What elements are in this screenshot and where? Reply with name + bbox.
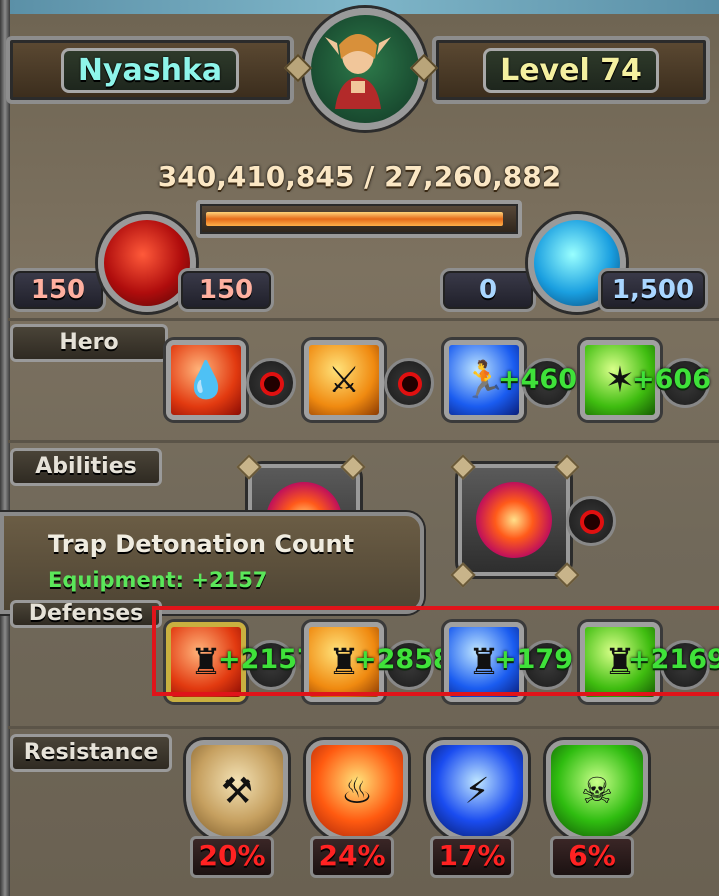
hero-stat-health[interactable]: 💧 <box>166 340 246 420</box>
resistance-fire[interactable]: ♨ <box>306 740 408 842</box>
resistance-poison-value: 6% <box>550 836 634 878</box>
section-label-abilities: Abilities <box>10 448 162 486</box>
poison-shield-icon: ☠ <box>580 770 614 812</box>
ability-2-icon <box>476 482 552 558</box>
experience-bar-fill <box>206 212 503 226</box>
resistance-physical[interactable]: ⚒ <box>186 740 288 842</box>
hero-stat-damage-badge <box>384 358 434 408</box>
stat-tooltip: Trap Detonation Count Equipment: +2157 <box>0 512 424 614</box>
tooltip-detail: Equipment: +2157 <box>48 568 268 592</box>
level-plate: Level 74 <box>432 36 710 104</box>
resistance-physical-value: 20% <box>190 836 274 878</box>
hero-stats-panel: Nyashka Level 74 340,410,845 / 27,260,88… <box>0 0 719 896</box>
section-label-defenses: Defenses <box>10 600 162 628</box>
hero-stat-cast-rate-bonus: +606 <box>632 364 711 395</box>
section-divider <box>8 726 719 729</box>
hp-current: 150 <box>10 268 106 312</box>
hero-stat-damage[interactable]: ⚔ <box>304 340 384 420</box>
ability-slot-2[interactable] <box>458 464 570 576</box>
lightning-shield-icon: ⚡ <box>464 770 490 812</box>
resistance-lightning-value: 17% <box>430 836 514 878</box>
section-divider <box>8 318 719 321</box>
hero-name: Nyashka <box>60 47 240 93</box>
hero-name-plate: Nyashka <box>6 36 294 104</box>
resistance-fire-value: 24% <box>310 836 394 878</box>
hero-avatar-icon <box>325 34 391 109</box>
defenses-highlight-box <box>152 606 719 696</box>
section-label-hero: Hero <box>10 324 168 362</box>
fire-shield-icon: ♨ <box>340 770 374 812</box>
health-drops-icon: 💧 <box>183 360 229 401</box>
hero-portrait[interactable] <box>304 8 426 130</box>
hero-level: Level 74 <box>483 47 659 93</box>
mana-current: 0 <box>440 268 536 312</box>
hero-stat-health-badge <box>246 358 296 408</box>
experience-text: 340,410,845 / 27,260,882 <box>157 160 562 193</box>
tooltip-title: Trap Detonation Count <box>48 530 355 558</box>
resistance-poison[interactable]: ☠ <box>546 740 648 842</box>
physical-shield-icon: ⚒ <box>220 770 254 812</box>
ability-2-badge <box>566 496 616 546</box>
hero-stat-speed-bonus: +460 <box>498 364 577 395</box>
section-divider <box>8 440 719 443</box>
resistance-lightning[interactable]: ⚡ <box>426 740 528 842</box>
experience-bar <box>196 200 522 238</box>
sword-attack-icon: ⚔ <box>327 359 361 401</box>
hp-max: 150 <box>178 268 274 312</box>
mana-max: 1,500 <box>598 268 708 312</box>
section-label-resistance: Resistance <box>10 734 172 772</box>
left-border <box>0 0 10 896</box>
